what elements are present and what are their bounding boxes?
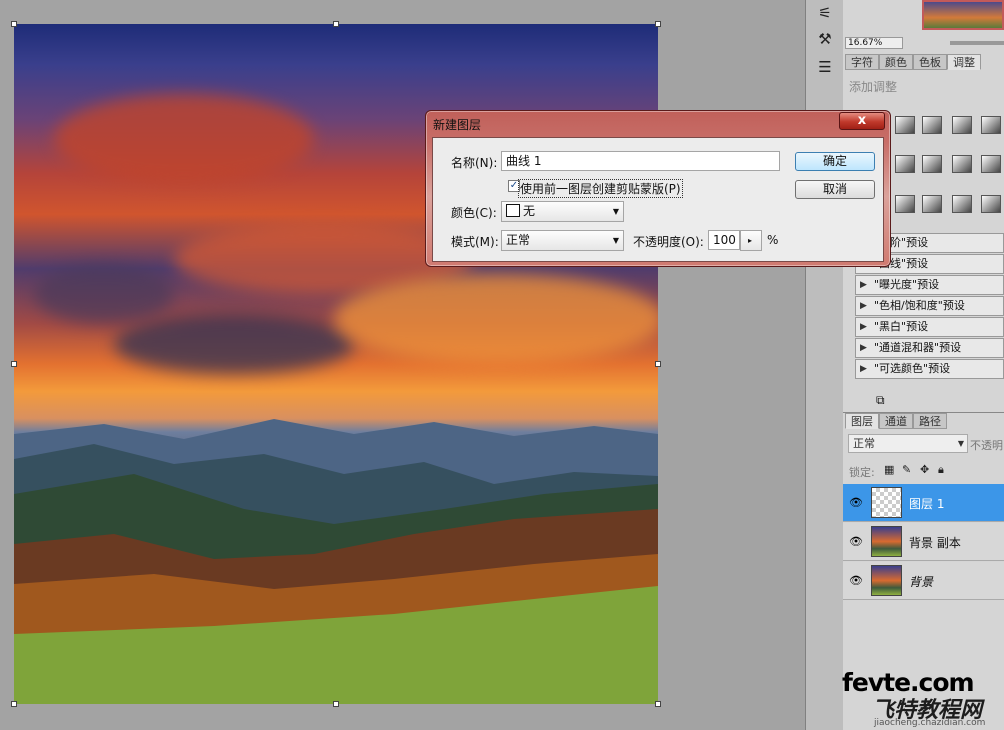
transform-handle[interactable]: [655, 21, 661, 27]
gradient-map-icon[interactable]: [922, 195, 942, 213]
layer-row[interactable]: 👁︎ 背景: [843, 562, 1004, 600]
transform-handle[interactable]: [333, 21, 339, 27]
photo-filter-icon[interactable]: [981, 155, 1001, 173]
tab-character[interactable]: 字符: [845, 54, 879, 70]
chevron-down-icon: ▼: [957, 439, 964, 448]
layers-tabs: 图层 通道 路径: [845, 413, 947, 429]
dialog-title: 新建图层: [433, 118, 482, 132]
expand-triangle-icon: ▶: [860, 364, 867, 374]
eye-icon[interactable]: 👁︎: [849, 496, 863, 509]
preset-black-white[interactable]: ▶ "黑白"预设: [855, 317, 1004, 337]
blend-mode-select[interactable]: 正常 ▼: [848, 434, 968, 453]
preset-channel-mixer[interactable]: ▶ "通道混和器"预设: [855, 338, 1004, 358]
transform-handle[interactable]: [655, 701, 661, 707]
black-white-icon[interactable]: [952, 155, 972, 173]
tab-channels[interactable]: 通道: [879, 413, 913, 429]
tab-swatches[interactable]: 色板: [913, 54, 947, 70]
layer-thumbnail: [871, 565, 902, 596]
layer-row[interactable]: 👁︎ 背景 副本: [843, 523, 1004, 561]
layer-thumbnail: [871, 487, 902, 518]
zoom-slider[interactable]: [950, 41, 1004, 45]
transform-handle[interactable]: [11, 21, 17, 27]
chevron-down-icon: ▼: [612, 236, 619, 245]
exposure-icon[interactable]: [981, 116, 1001, 134]
opacity-label: 不透明度(O):: [633, 235, 704, 249]
adjustments-tool-icon[interactable]: ⚟: [814, 2, 836, 24]
new-layer-dialog: 新建图层 x 名称(N): 曲线 1 ✓ 使用前一图层创建剪贴蒙版(P) 颜色(…: [425, 110, 891, 267]
transform-handle[interactable]: [655, 361, 661, 367]
opacity-unit: %: [767, 233, 779, 247]
tab-paths[interactable]: 路径: [913, 413, 947, 429]
return-icon[interactable]: ⧉: [876, 393, 885, 408]
add-adjustment-label: 添加调整: [849, 80, 898, 94]
brightness-icon[interactable]: [895, 116, 915, 134]
tab-layers[interactable]: 图层: [845, 413, 879, 429]
lock-transparency-icon[interactable]: ▦: [884, 464, 895, 475]
dialog-body: 名称(N): 曲线 1 ✓ 使用前一图层创建剪贴蒙版(P) 颜色(C): 无 ▼ …: [432, 137, 884, 262]
ok-button[interactable]: 确定: [795, 152, 875, 171]
layer-name: 背景: [909, 575, 934, 589]
tab-color[interactable]: 颜色: [879, 54, 913, 70]
levels-icon[interactable]: [922, 116, 942, 134]
transform-handle[interactable]: [11, 361, 17, 367]
layer-name: 背景 副本: [909, 536, 961, 550]
invert-icon[interactable]: [895, 195, 915, 213]
expand-triangle-icon: ▶: [860, 301, 867, 311]
expand-triangle-icon: ▶: [860, 280, 867, 290]
layer-thumbnail: [871, 526, 902, 557]
expand-triangle-icon: ▶: [860, 322, 867, 332]
name-input[interactable]: 曲线 1: [501, 151, 780, 171]
eye-icon[interactable]: 👁︎: [849, 574, 863, 587]
chevron-down-icon: ▼: [612, 207, 619, 216]
preset-hue-saturation[interactable]: ▶ "色相/饱和度"预设: [855, 296, 1004, 316]
list-icon[interactable]: ☰: [814, 56, 836, 78]
brush-tool-icon[interactable]: ⚒: [814, 28, 836, 50]
name-label: 名称(N):: [451, 156, 498, 170]
layer-row[interactable]: 👁︎ 图层 1: [843, 484, 1004, 522]
transform-handle[interactable]: [333, 701, 339, 707]
color-select[interactable]: 无 ▼: [501, 201, 624, 222]
tab-adjustments[interactable]: 调整: [947, 54, 981, 70]
mode-label: 模式(M):: [451, 235, 499, 249]
watermark-url: jiaocheng.chazidian.com: [874, 718, 986, 728]
opacity-stepper[interactable]: ▸: [740, 230, 762, 251]
color-label: 颜色(C):: [451, 206, 497, 220]
layer-name: 图层 1: [909, 497, 945, 511]
chevron-right-icon: ▸: [748, 236, 753, 245]
expand-triangle-icon: ▶: [860, 343, 867, 353]
lock-label: 锁定:: [849, 466, 875, 479]
color-swatch: [506, 204, 520, 217]
threshold-icon[interactable]: [952, 195, 972, 213]
opacity-label: 不透明: [970, 439, 1003, 452]
zoom-field[interactable]: 16.67%: [845, 37, 903, 49]
selective-color-icon[interactable]: [981, 195, 1001, 213]
balance-scale-icon[interactable]: [922, 155, 942, 173]
eye-icon[interactable]: 👁︎: [849, 535, 863, 548]
watermark: fevte.com 飞特教程网 jiaocheng.chazidian.com: [842, 668, 1002, 728]
navigator-thumbnail[interactable]: [922, 0, 1004, 30]
cancel-button[interactable]: 取消: [795, 180, 875, 199]
color-balance-icon[interactable]: [895, 155, 915, 173]
preset-selective-color[interactable]: ▶ "可选颜色"预设: [855, 359, 1004, 379]
preset-exposure[interactable]: ▶ "曝光度"预设: [855, 275, 1004, 295]
close-button[interactable]: x: [839, 112, 885, 130]
lock-all-icon[interactable]: 🔒︎: [938, 464, 949, 475]
adjustments-tabs: 字符 颜色 色板 调整: [845, 54, 981, 70]
opacity-input[interactable]: 100: [708, 230, 740, 250]
lock-paint-icon[interactable]: ✎: [902, 464, 913, 475]
lock-move-icon[interactable]: ✥: [920, 464, 931, 475]
curves-icon[interactable]: [952, 116, 972, 134]
mode-select[interactable]: 正常 ▼: [501, 230, 624, 251]
transform-handle[interactable]: [11, 701, 17, 707]
clip-mask-label[interactable]: 使用前一图层创建剪贴蒙版(P): [518, 179, 683, 198]
